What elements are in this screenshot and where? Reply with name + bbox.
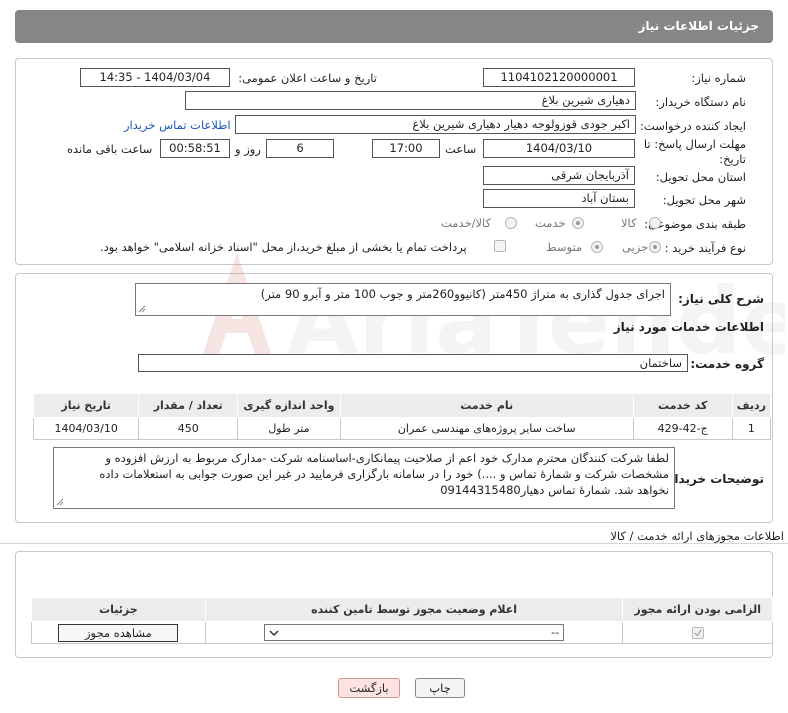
cell-name: ساخت سایر پروژه‌های مهندسی عمران [339, 417, 634, 440]
buyer-notes-textarea[interactable]: لطفا شرکت کنندگان محترم مدارک خود اعم از… [53, 447, 675, 509]
buyer-org-field[interactable]: دهیاری شیرین بلاغ [185, 91, 636, 110]
view-permit-button[interactable]: مشاهده مجوز [58, 623, 179, 642]
province-field[interactable]: آذربایجان شرقی [483, 166, 635, 185]
service-group-label: گروه خدمت: [690, 357, 764, 371]
deadline-label-line1: مهلت ارسال پاسخ: تا [643, 137, 746, 151]
col-unit: واحد اندازه گیری [237, 393, 341, 418]
summary-text: اجرای جدول گذاری به متراژ 450متر (کانیوو… [260, 287, 665, 301]
summary-label: شرح کلی نیاز: [678, 292, 764, 306]
cell-qty: 450 [138, 417, 239, 440]
permit-required-checkbox [691, 627, 704, 639]
permit-status-select[interactable]: -- [264, 624, 565, 641]
need-number-label: شماره نیاز: [691, 71, 746, 85]
category-radio-service[interactable] [572, 217, 584, 229]
cell-unit: متر طول [237, 417, 341, 440]
need-number-field[interactable]: 1104102120000001 [483, 68, 635, 87]
permit-row: -- مشاهده مجوز [31, 621, 773, 644]
buyer-notes-label: توضیحات خریدار: [662, 472, 764, 486]
process-label: نوع فرآیند خرید : [664, 241, 746, 255]
process-radio-medium[interactable] [591, 241, 603, 253]
service-group-field[interactable]: ساختمان [138, 354, 688, 372]
buyer-org-label: نام دستگاه خریدار: [655, 95, 746, 109]
deadline-label-line2: تاریخ: [719, 152, 746, 166]
buyer-notes-line-1: لطفا شرکت کنندگان محترم مدارک خود اعم از… [105, 451, 669, 465]
col-qty: تعداد / مقدار [138, 393, 239, 418]
summary-textarea[interactable]: اجرای جدول گذاری به متراژ 450متر (کانیوو… [135, 283, 671, 316]
process-option-minor: جزیی [622, 240, 649, 254]
permits-table: الزامی بودن ارائه مجوز اعلام وضعیت مجوز … [31, 597, 773, 644]
buyer-notes-line-3: نخواهد شد. شمارهٔ تماس دهیار09144315480 [440, 483, 669, 497]
requester-label: ایجاد کننده درخواست: [640, 119, 746, 133]
province-label: استان محل تحویل: [655, 170, 746, 184]
col-permit-required: الزامی بودن ارائه مجوز [622, 597, 773, 622]
col-code: کد خدمت [632, 393, 733, 418]
col-row: ردیف [731, 393, 772, 418]
col-permit-details: جزئیات [31, 597, 206, 622]
back-button[interactable]: بازگشت [338, 678, 400, 698]
announce-datetime-label: تاریخ و ساعت اعلان عمومی: [238, 71, 377, 85]
check-icon [693, 629, 702, 637]
category-radio-goods[interactable] [649, 217, 661, 229]
cell-permit-details: مشاهده مجوز [31, 621, 206, 644]
category-option-goods: کالا [621, 216, 637, 230]
process-radio-minor[interactable] [649, 241, 661, 253]
buyer-notes-line-2: مشخصات شرکت و شمارهٔ تماس و ....) خود را… [99, 467, 669, 481]
announce-datetime-field[interactable]: 1404/03/04 - 14:35 [80, 68, 230, 87]
remaining-time-label: ساعت باقی مانده [67, 142, 153, 156]
remaining-time-field[interactable]: 00:58:51 [160, 139, 230, 158]
city-field[interactable]: بستان آباد [483, 189, 635, 208]
permits-divider [0, 543, 788, 544]
print-button[interactable]: چاپ [415, 678, 465, 698]
permits-section-title: اطلاعات مجوزهای ارائه خدمت / کالا [610, 529, 784, 543]
process-option-medium: متوسط [546, 240, 583, 254]
deadline-time-field[interactable]: 17:00 [372, 139, 440, 158]
col-permit-status: اعلام وضعیت مجوز توسط تامین کننده [204, 597, 624, 622]
category-option-goods-service: کالا/خدمت [441, 216, 492, 230]
buyer-contact-link[interactable]: اطلاعات تماس خریدار [124, 118, 231, 132]
cell-row: 1 [731, 417, 772, 440]
deadline-day-label: روز و [235, 142, 261, 156]
need-info-panel [15, 58, 773, 265]
permit-status-value: -- [551, 626, 560, 639]
cell-permit-status: -- [204, 621, 624, 644]
cell-permit-required [622, 621, 773, 644]
city-label: شهر محل تحویل: [662, 193, 746, 207]
resize-grip-icon[interactable] [56, 498, 64, 506]
treasury-payment-checkbox[interactable] [494, 240, 506, 252]
deadline-date-field[interactable]: 1404/03/10 [483, 139, 635, 158]
deadline-time-label: ساعت [445, 142, 477, 156]
table-row: 1 ج-42-429 ساخت سایر پروژه‌های مهندسی عم… [32, 417, 772, 440]
col-name: نام خدمت [339, 393, 634, 418]
cell-code: ج-42-429 [632, 417, 733, 440]
services-table-header: ردیف کد خدمت نام خدمت واحد اندازه گیری ت… [32, 393, 772, 418]
services-table: ردیف کد خدمت نام خدمت واحد اندازه گیری ت… [32, 393, 772, 440]
treasury-payment-note: پرداخت تمام یا بخشی از مبلغ خرید،از محل … [100, 240, 467, 254]
permits-table-header: الزامی بودن ارائه مجوز اعلام وضعیت مجوز … [31, 597, 773, 622]
category-radio-goods-service[interactable] [505, 217, 517, 229]
requester-field[interactable]: اکبر جودی قوزولوجه دهیار دهیاری شیرین بل… [235, 115, 636, 134]
cell-date: 1404/03/10 [32, 417, 140, 440]
page-header: جزئیات اطلاعات نیاز [15, 10, 773, 43]
resize-grip-icon[interactable] [138, 305, 146, 313]
services-section-title: اطلاعات خدمات مورد نیاز [613, 320, 764, 334]
col-date: تاریخ نیاز [32, 393, 140, 418]
chevron-down-icon [269, 630, 279, 637]
category-option-service: خدمت [535, 216, 566, 230]
deadline-days-field[interactable]: 6 [266, 139, 334, 158]
